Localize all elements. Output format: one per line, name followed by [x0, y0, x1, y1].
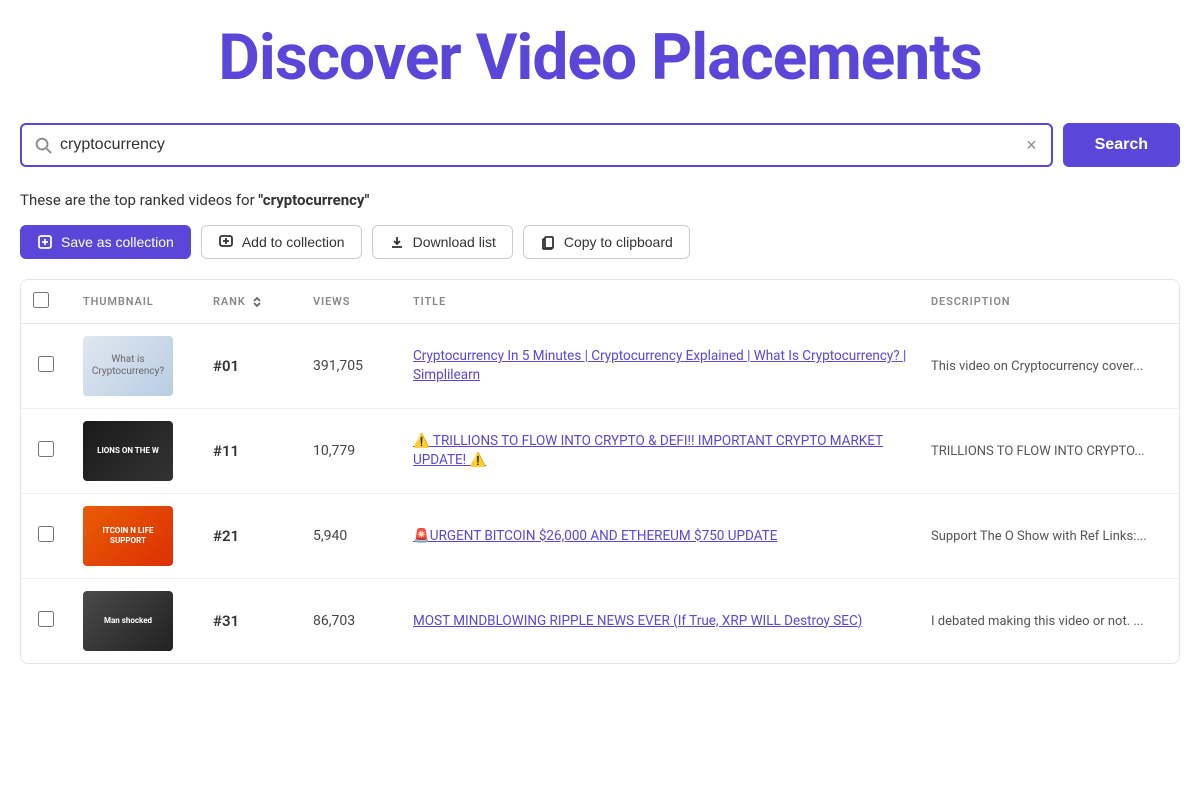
row-description-cell: This video on Cryptocurrency cover... — [919, 324, 1179, 409]
row-thumbnail-cell: What is Cryptocurrency? — [71, 324, 201, 409]
col-header-check — [21, 280, 71, 324]
copy-to-clipboard-button[interactable]: Copy to clipboard — [523, 225, 690, 259]
thumbnail-image: LIONS ON THE W — [83, 421, 173, 481]
row-description-cell: I debated making this video or not. ... — [919, 579, 1179, 664]
row-checkbox-1[interactable] — [38, 441, 54, 457]
thumbnail-image: ITCOIN N LIFE SUPPORT — [83, 506, 173, 566]
video-link[interactable]: 🚨URGENT BITCOIN $26,000 AND ETHEREUM $75… — [413, 528, 777, 544]
row-thumbnail-cell: LIONS ON THE W — [71, 409, 201, 494]
clipboard-icon — [540, 234, 556, 250]
col-header-thumbnail: Thumbnail — [71, 280, 201, 324]
thumbnail-image: What is Cryptocurrency? — [83, 336, 173, 396]
search-clear-button[interactable]: × — [1024, 135, 1039, 156]
row-thumbnail-cell: Man shocked — [71, 579, 201, 664]
row-views-cell: 86,703 — [301, 579, 401, 664]
row-views-cell: 5,940 — [301, 494, 401, 579]
row-check-cell — [21, 324, 71, 409]
col-header-description: Description — [919, 280, 1179, 324]
save-as-collection-button[interactable]: Save as collection — [20, 225, 191, 259]
add-to-collection-button[interactable]: Add to collection — [201, 225, 362, 259]
save-collection-icon — [37, 234, 53, 250]
search-bar-row: × Search — [20, 123, 1180, 167]
row-title-cell: Cryptocurrency In 5 Minutes | Cryptocurr… — [401, 324, 919, 409]
row-rank-cell: #11 — [201, 409, 301, 494]
row-title-cell: ⚠️ TRILLIONS TO FLOW INTO CRYPTO & DEFI!… — [401, 409, 919, 494]
results-table-container: Thumbnail Rank Views — [20, 279, 1180, 664]
page-wrapper: Discover Video Placements × Search These… — [0, 0, 1200, 684]
add-collection-icon — [218, 234, 234, 250]
download-list-button[interactable]: Download list — [372, 225, 513, 259]
results-summary: These are the top ranked videos for "cry… — [20, 191, 1180, 209]
download-icon — [389, 234, 405, 250]
row-thumbnail-cell: ITCOIN N LIFE SUPPORT — [71, 494, 201, 579]
col-header-views: Views — [301, 280, 401, 324]
search-input-wrapper: × — [20, 123, 1053, 167]
row-rank-cell: #21 — [201, 494, 301, 579]
row-title-cell: 🚨URGENT BITCOIN $26,000 AND ETHEREUM $75… — [401, 494, 919, 579]
row-views-cell: 10,779 — [301, 409, 401, 494]
row-rank-cell: #01 — [201, 324, 301, 409]
video-link[interactable]: Cryptocurrency In 5 Minutes | Cryptocurr… — [413, 348, 906, 383]
col-header-title: Title — [401, 280, 919, 324]
table-row: LIONS ON THE W #11 10,779 ⚠️ TRILLIONS T… — [21, 409, 1179, 494]
video-link[interactable]: ⚠️ TRILLIONS TO FLOW INTO CRYPTO & DEFI!… — [413, 433, 883, 468]
action-bar: Save as collection Add to collection Dow… — [20, 225, 1180, 259]
table-body: What is Cryptocurrency? #01 391,705 Cryp… — [21, 324, 1179, 664]
table-header-row: Thumbnail Rank Views — [21, 280, 1179, 324]
row-rank-cell: #31 — [201, 579, 301, 664]
row-checkbox-0[interactable] — [38, 356, 54, 372]
table-row: Man shocked #31 86,703 MOST MINDBLOWING … — [21, 579, 1179, 664]
search-icon — [34, 136, 52, 154]
row-check-cell — [21, 409, 71, 494]
search-button[interactable]: Search — [1063, 123, 1180, 167]
table-row: ITCOIN N LIFE SUPPORT #21 5,940 🚨URGENT … — [21, 494, 1179, 579]
row-description-cell: TRILLIONS TO FLOW INTO CRYPTO... — [919, 409, 1179, 494]
row-checkbox-3[interactable] — [38, 611, 54, 627]
row-checkbox-2[interactable] — [38, 526, 54, 542]
row-check-cell — [21, 494, 71, 579]
row-title-cell: MOST MINDBLOWING RIPPLE NEWS EVER (If Tr… — [401, 579, 919, 664]
row-description-cell: Support The O Show with Ref Links:... — [919, 494, 1179, 579]
video-link[interactable]: MOST MINDBLOWING RIPPLE NEWS EVER (If Tr… — [413, 613, 862, 629]
col-header-rank[interactable]: Rank — [201, 280, 301, 324]
sort-icon — [250, 295, 264, 309]
results-table: Thumbnail Rank Views — [21, 280, 1179, 663]
thumbnail-image: Man shocked — [83, 591, 173, 651]
select-all-checkbox[interactable] — [33, 292, 49, 308]
search-input[interactable] — [60, 136, 1024, 154]
table-row: What is Cryptocurrency? #01 391,705 Cryp… — [21, 324, 1179, 409]
row-check-cell — [21, 579, 71, 664]
page-title: Discover Video Placements — [20, 20, 1180, 95]
row-views-cell: 391,705 — [301, 324, 401, 409]
